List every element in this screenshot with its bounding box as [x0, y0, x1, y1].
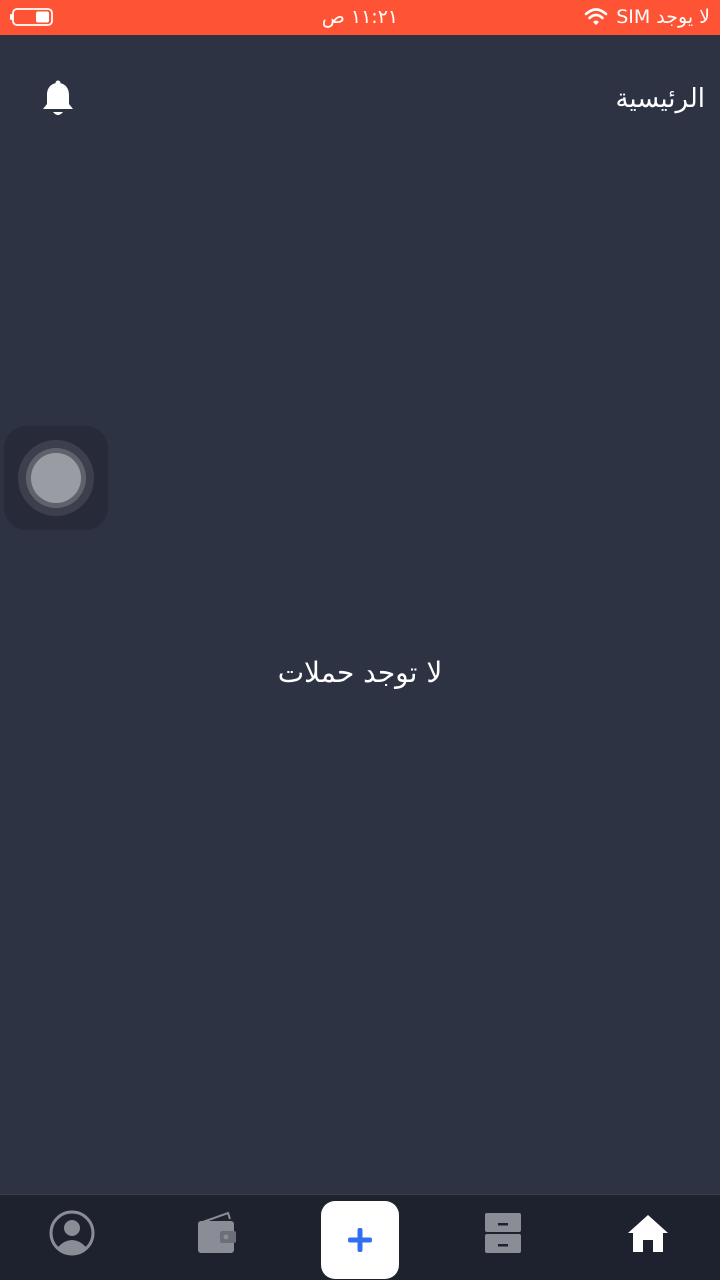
profile-icon	[49, 1210, 95, 1256]
home-icon	[628, 1215, 668, 1252]
archive-icon	[485, 1213, 521, 1253]
page-title: الرئيسية	[615, 84, 705, 114]
assistive-core	[31, 453, 81, 503]
plus-icon	[348, 1228, 372, 1252]
status-carrier-group: لا يوجد SIM	[584, 6, 710, 28]
tab-archive[interactable]	[473, 1203, 533, 1263]
tab-home[interactable]	[618, 1203, 678, 1263]
wallet-icon	[198, 1211, 236, 1253]
screen: ١١:٢١ ص لا يوجد SIM الرئيسية لا توجد حمل…	[0, 0, 720, 1280]
carrier-label: لا يوجد SIM	[616, 6, 710, 28]
tab-wallet[interactable]	[186, 1203, 246, 1263]
tab-bar	[0, 1194, 720, 1280]
bell-icon[interactable]	[40, 80, 76, 120]
empty-state-message: لا توجد حملات	[277, 656, 443, 689]
tab-profile[interactable]	[42, 1203, 102, 1263]
status-bar: ١١:٢١ ص لا يوجد SIM	[0, 0, 720, 35]
add-campaign-button[interactable]	[321, 1201, 399, 1279]
assistive-touch-button[interactable]	[4, 426, 108, 530]
wifi-icon	[584, 7, 608, 27]
